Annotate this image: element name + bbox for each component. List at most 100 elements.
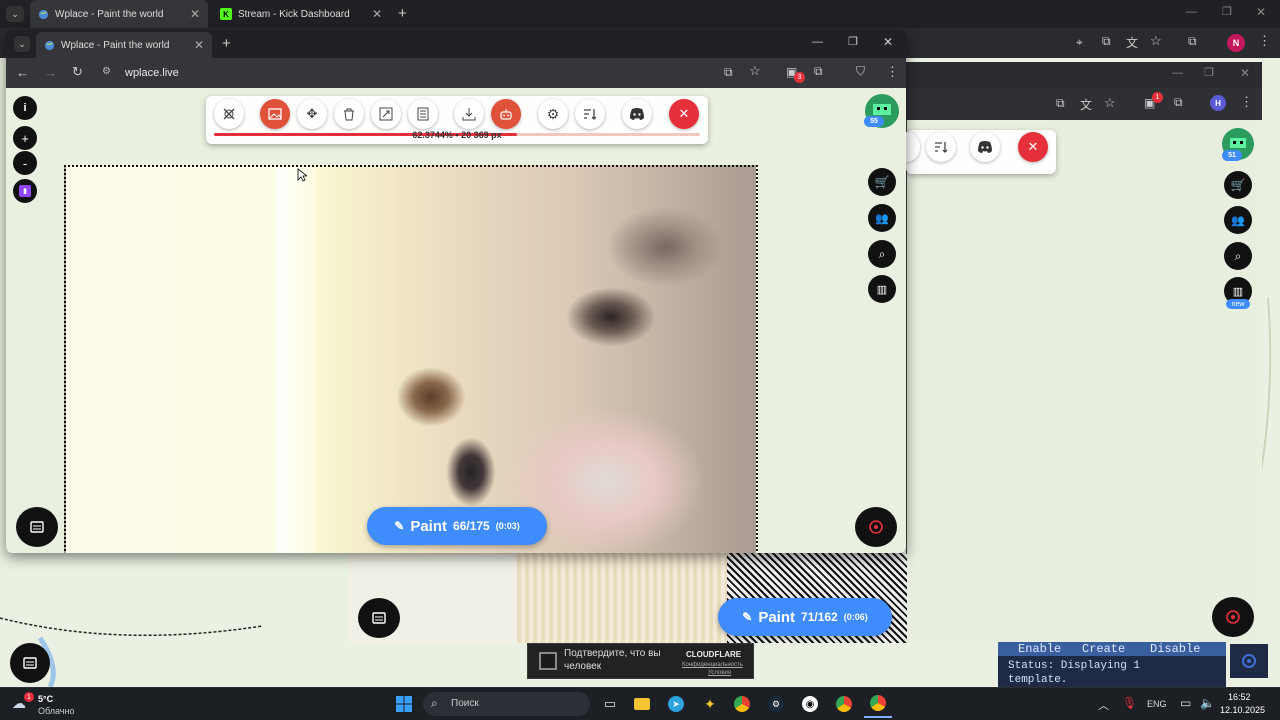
new-tab-button[interactable]: + [222,35,231,52]
cast-icon[interactable]: ⧉ [1056,96,1065,111]
reload-button[interactable]: ↻ [72,64,83,80]
mode-button[interactable] [214,99,244,129]
bg-template-button[interactable] [10,643,50,683]
close-toolbar-button[interactable]: ✕ [1018,132,1048,162]
chrome-profile-icon[interactable] [830,690,858,718]
clock-date[interactable]: 12.10.2025 [1220,705,1265,715]
url-field[interactable]: ⚙ wplace.live [96,62,776,84]
info-button[interactable]: i [13,96,37,120]
microphone-icon[interactable]: 🎙 [1122,696,1137,710]
bot-button[interactable] [491,99,521,129]
bookmark-star-icon[interactable]: ☆ [1104,95,1116,111]
bookmark-star-icon[interactable]: ☆ [1150,33,1162,49]
minimize-button[interactable]: — [1172,67,1183,79]
close-icon[interactable]: ✕ [194,38,204,52]
template-button[interactable] [16,507,58,547]
site-info-icon[interactable]: ⚙ [102,66,111,77]
verify-checkbox[interactable] [539,652,557,670]
shop-button[interactable]: 🛒 [868,168,896,196]
extensions-icon[interactable]: ⧉ [1174,95,1183,110]
locate-button[interactable] [1212,597,1254,637]
search-button[interactable]: ⌕ [868,240,896,268]
profile-avatar[interactable]: H [1210,95,1226,111]
bg-tab-kick[interactable]: K Stream - Kick Dashboard ✕ [212,0,390,28]
back-button[interactable]: ← [16,65,29,80]
minimize-button[interactable]: — [812,36,823,48]
zoom-in-button[interactable]: + [13,126,37,150]
alliance-button[interactable]: 👥 [868,204,896,232]
template-panel-icon[interactable] [1230,644,1268,678]
clock-time[interactable]: 16:52 [1228,692,1251,702]
chrome-icon[interactable] [728,690,756,718]
paint-button-secondary[interactable]: ✎ Paint 71/162 (0:06) [718,598,892,636]
task-view-icon[interactable]: ▭ [596,690,624,718]
close-icon[interactable]: ✕ [372,7,382,21]
search-box[interactable]: ⌕ Поиск [423,692,590,716]
download-button[interactable] [454,99,484,129]
helmet-icon[interactable]: ⛉ [856,64,865,79]
locate-button[interactable] [855,507,897,547]
github-icon[interactable]: ◉ [796,690,824,718]
resize-button[interactable] [371,99,401,129]
zoom-out-button[interactable]: - [13,151,37,175]
maximize-button[interactable]: ❐ [1222,5,1232,18]
menu-icon[interactable]: ⋮ [1240,94,1253,110]
sort-button[interactable] [926,132,956,162]
new-tab-button[interactable]: + [398,5,407,22]
settings-button[interactable]: ⚙ [538,99,568,129]
leaderboard-button[interactable]: ▥ [868,275,896,303]
forward-button[interactable]: → [44,65,57,80]
network-icon[interactable]: ▭ [1180,696,1191,710]
cast-icon[interactable]: ⧉ [724,65,733,80]
shop-button[interactable]: 🛒 [1224,171,1252,199]
menu-icon[interactable]: ⋮ [886,64,899,80]
template-button[interactable] [358,598,400,638]
move-button[interactable]: ✥ [297,99,327,129]
tab-search-button[interactable]: ⌄ [14,36,30,52]
close-icon[interactable]: ✕ [190,7,200,21]
sort-button[interactable] [575,99,605,129]
close-window-button[interactable]: ✕ [1240,66,1250,80]
maximize-button[interactable]: ❐ [848,35,858,48]
close-window-button[interactable]: ✕ [1256,5,1266,19]
file-explorer-icon[interactable] [628,690,656,718]
minimize-button[interactable]: — [1186,6,1197,18]
steam-icon[interactable]: ⚙ [762,690,790,718]
extensions-icon[interactable]: ⧉ [814,64,823,79]
weather-widget[interactable]: ☁ 1 5°C Облачно [12,692,74,718]
privacy-link[interactable]: Конфиденциальность [682,662,743,668]
wplace-map-canvas[interactable]: i + - ▮ ✥ ⚙ ✕ 62.3744% • 20 369 px 55 🛒 … [6,88,906,553]
front-tab-wplace[interactable]: Wplace - Paint the world ✕ [36,32,212,58]
terms-link[interactable]: Условия [708,670,731,676]
close-toolbar-button[interactable]: ✕ [669,99,699,129]
paint-button[interactable]: ✎ Paint 66/175 (0:03) [367,507,547,545]
image-button[interactable] [260,99,290,129]
twitch-button[interactable]: ▮ [13,179,37,203]
bg-tab-wplace[interactable]: Wplace - Paint the world ✕ [30,0,208,28]
disable-button[interactable]: Disable [1150,642,1200,656]
telegram-icon[interactable]: ➤ [662,690,690,718]
search-button[interactable]: ⌕ [1224,242,1252,270]
alliance-button[interactable]: 👥 [1224,206,1252,234]
app-icon[interactable]: ✦ [696,690,724,718]
calculator-button[interactable] [408,99,438,129]
chrome-active-icon[interactable] [864,690,892,718]
volume-icon[interactable]: 🔈 [1200,696,1215,710]
menu-icon[interactable]: ⋮ [1258,33,1271,49]
partial-button[interactable] [906,132,920,162]
discord-button[interactable] [622,99,652,129]
profile-avatar[interactable]: N [1227,34,1245,52]
cast-icon[interactable]: ⧉ [1102,34,1111,49]
enable-button[interactable]: Enable [1018,642,1061,656]
language-indicator[interactable]: ENG [1147,699,1167,709]
translate-icon[interactable]: 文 [1126,34,1138,51]
discord-button[interactable] [970,132,1000,162]
tray-expand-icon[interactable]: ︿ [1098,697,1109,713]
tab-search-button[interactable]: ⌄ [6,6,24,22]
bookmark-star-icon[interactable]: ☆ [749,63,761,79]
close-window-button[interactable]: ✕ [883,35,893,49]
maximize-button[interactable]: ❐ [1204,66,1214,79]
location-icon[interactable]: ⌖ [1076,35,1083,50]
create-button[interactable]: Create [1082,642,1125,656]
translate-icon[interactable]: 文 [1080,96,1092,113]
